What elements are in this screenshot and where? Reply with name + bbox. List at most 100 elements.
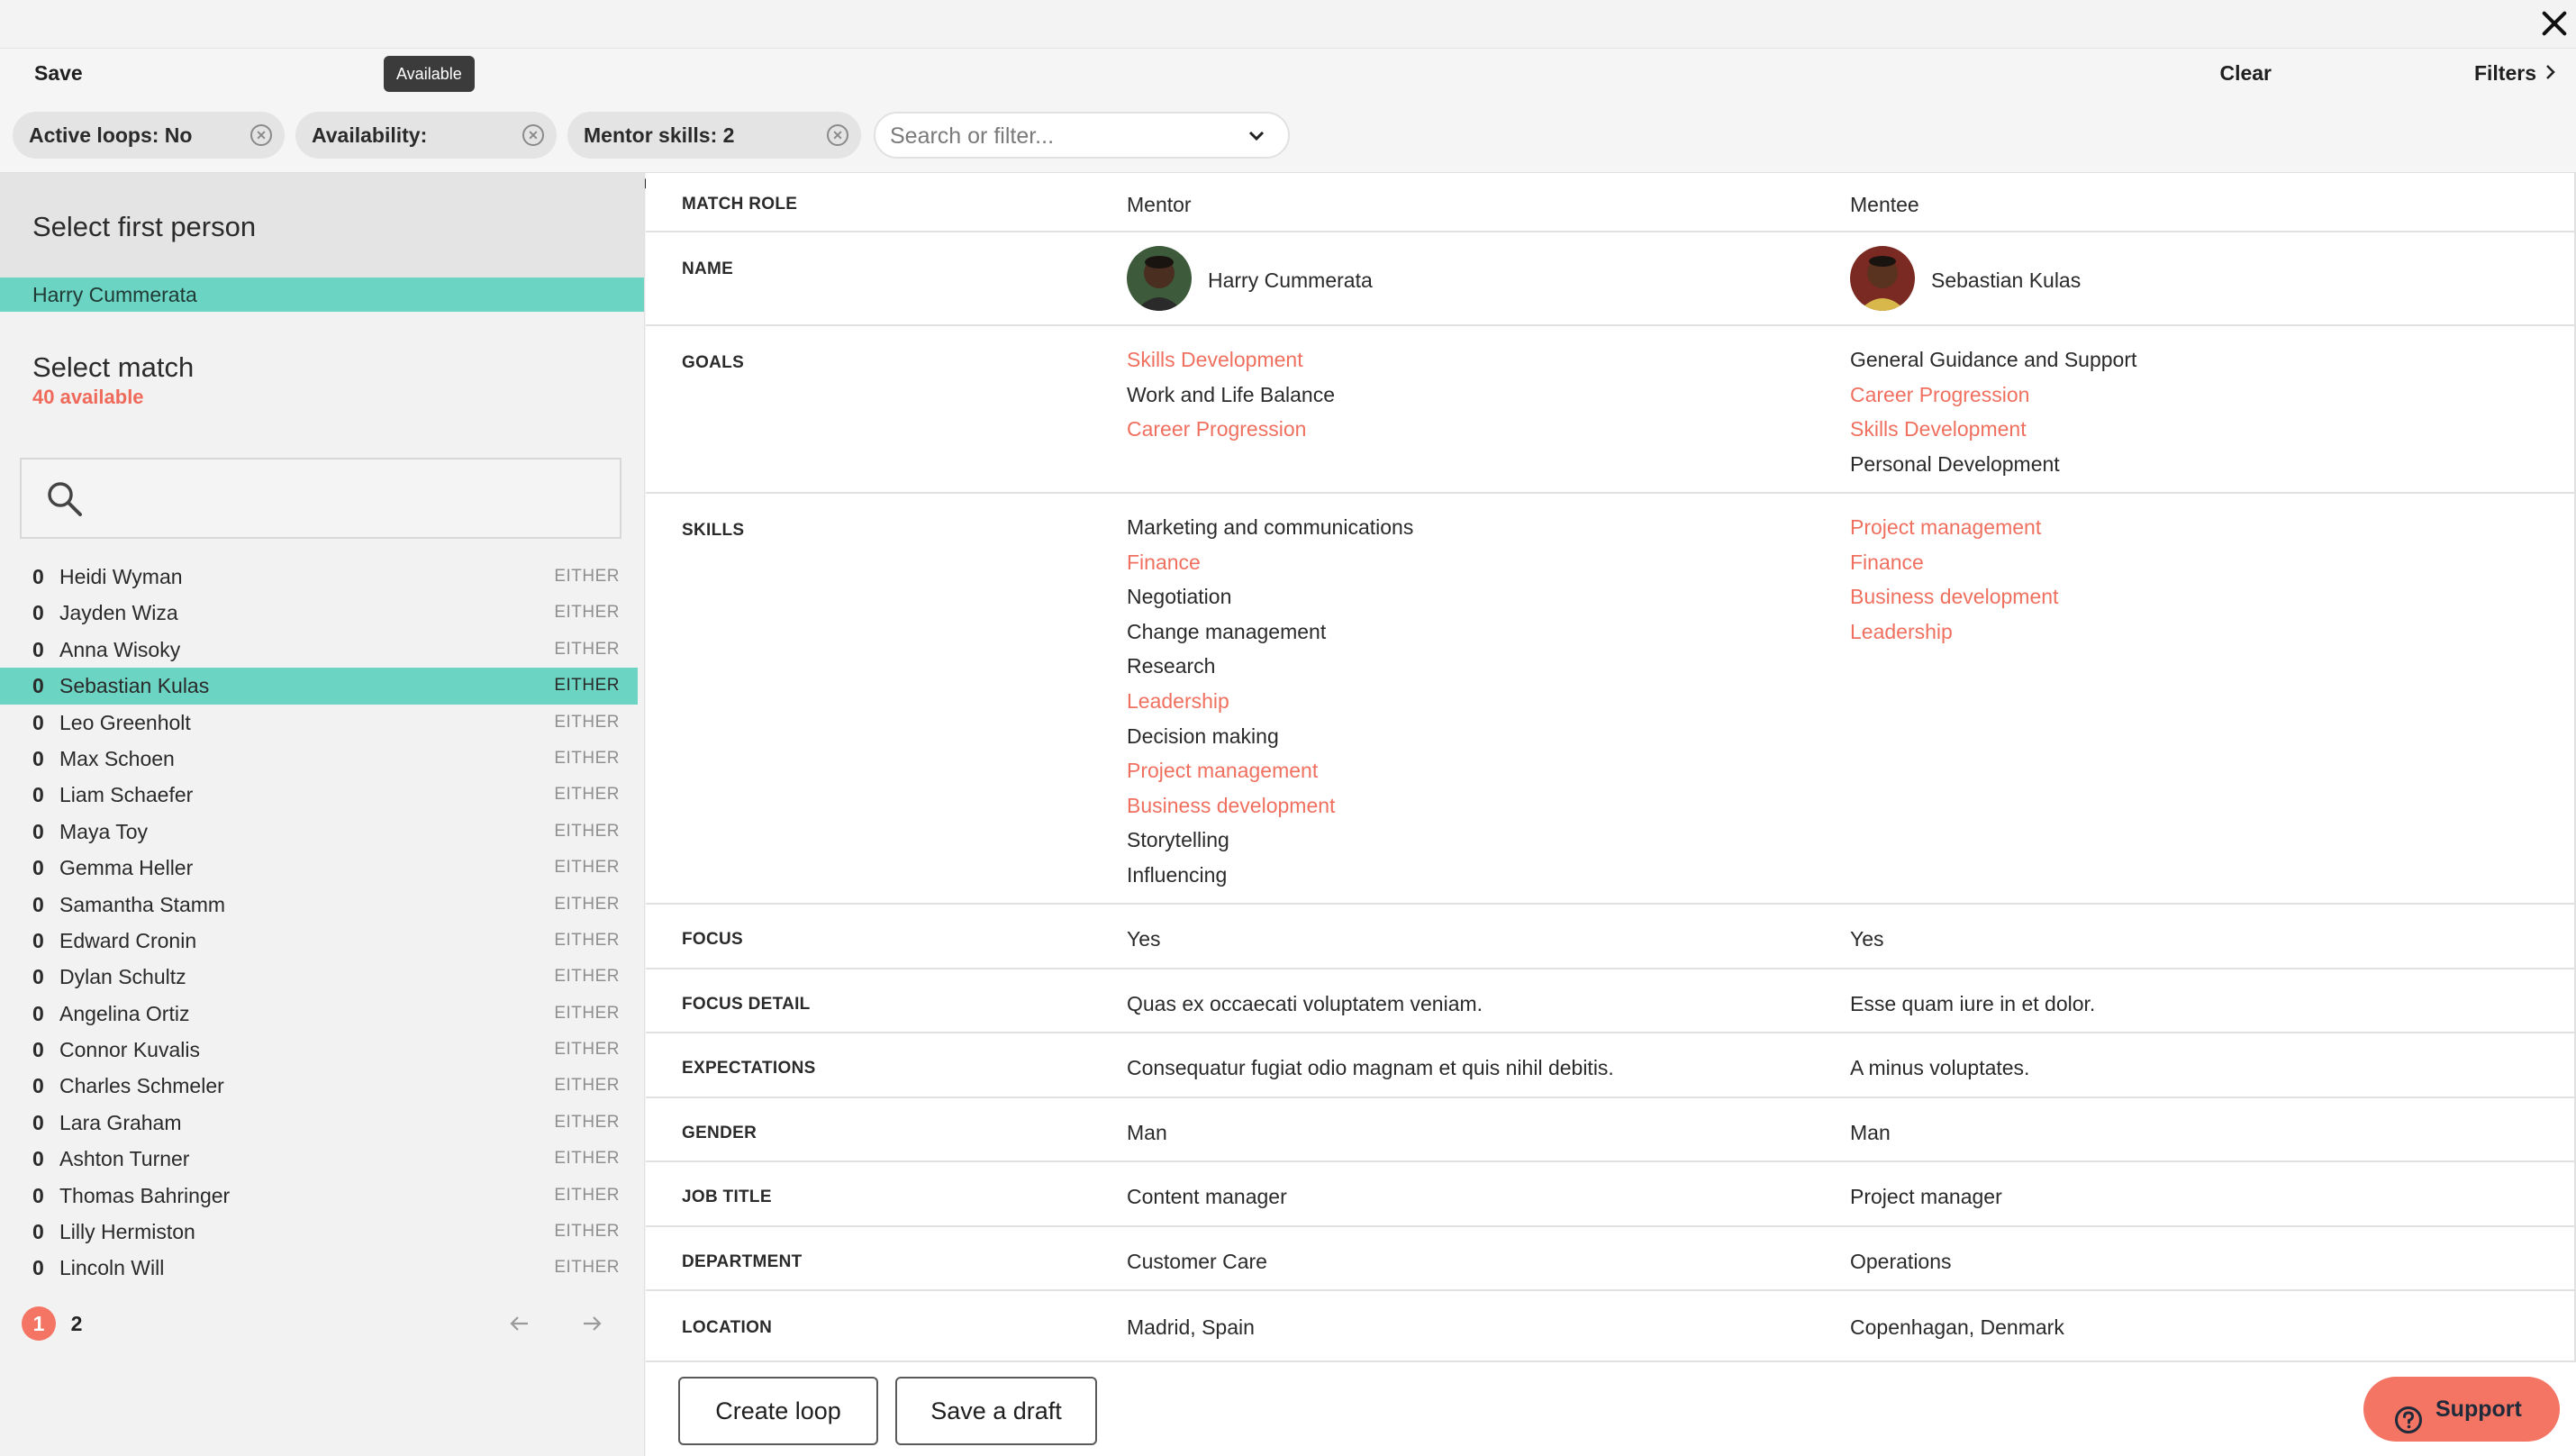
list-item: Decision making: [1127, 723, 1279, 748]
list-item: Negotiation: [1127, 585, 1232, 609]
list-item: Research: [1127, 654, 1216, 678]
loop-count: 0: [32, 710, 44, 734]
filter-chip-active-loops[interactable]: Active loops: No loops ✕: [13, 112, 285, 194]
loop-count: 0: [32, 1183, 44, 1207]
avatar: [1127, 246, 1192, 311]
list-item[interactable]: 0 Edward Cronin EITHER: [0, 923, 638, 959]
person-name: Maya Toy: [59, 819, 149, 843]
list-item[interactable]: 0 Gemma Heller EITHER: [0, 850, 638, 886]
remove-chip-icon[interactable]: ✕: [827, 124, 848, 146]
person-name: Sebastian Kulas: [59, 674, 210, 698]
loop-count: 0: [32, 965, 44, 989]
chevron-down-icon[interactable]: [1243, 123, 1270, 150]
save-button[interactable]: Save: [34, 61, 83, 86]
page-1-button[interactable]: 1: [22, 1306, 56, 1341]
row-label: MATCH ROLE: [682, 195, 798, 214]
loop-count: 0: [32, 637, 44, 661]
loop-count: 0: [32, 892, 44, 916]
row-label: LOCATION: [682, 1318, 773, 1337]
person-name: Anna Wisoky: [59, 637, 181, 661]
mentor-focus: Yes: [1127, 927, 1161, 951]
match-list: 0 Heidi Wyman EITHER 0 Jayden Wiza EITHER 0 Ann…: [0, 559, 638, 1287]
person-name: Ashton Turner: [59, 1147, 190, 1171]
row-label: FOCUS: [682, 930, 743, 949]
save-draft-button[interactable]: Save a draft: [895, 1377, 1097, 1445]
filter-search-select[interactable]: [874, 112, 1290, 159]
role-preference: EITHER: [554, 603, 620, 623]
first-person-selected[interactable]: Harry Cummerata: [0, 278, 644, 312]
list-item[interactable]: 0 Max Schoen EITHER: [0, 741, 638, 777]
person-name: Leo Greenholt: [59, 710, 191, 734]
list-item[interactable]: 0 Sebastian Kulas EITHER: [0, 668, 638, 705]
availability-tooltip: Available: [384, 56, 475, 92]
role-preference: EITHER: [554, 639, 620, 659]
mentee-location: Copenhagan, Denmark: [1850, 1315, 2064, 1339]
list-item[interactable]: 0 Maya Toy EITHER: [0, 814, 638, 850]
role-preference: EITHER: [554, 930, 620, 950]
support-button[interactable]: Support: [2363, 1377, 2560, 1442]
person-name: Connor Kuvalis: [59, 1038, 200, 1062]
list-item[interactable]: 0 Jayden Wiza EITHER: [0, 595, 638, 631]
loop-count: 0: [32, 746, 44, 770]
loop-count: 0: [32, 1147, 44, 1171]
select-first-person-heading: Select first person: [0, 173, 644, 278]
mentee-skills: Project management Finance Business develo…: [1850, 510, 2058, 649]
list-item[interactable]: 0 Dylan Schultz EITHER: [0, 959, 638, 995]
row-label: JOB TITLE: [682, 1188, 772, 1206]
row-focus-detail: FOCUS DETAIL Quas ex occaecati voluptate…: [646, 969, 2576, 1033]
list-item[interactable]: 0 Ashton Turner EITHER: [0, 1141, 638, 1177]
list-item[interactable]: 0 Liam Schaefer EITHER: [0, 777, 638, 813]
role-preference: EITHER: [554, 712, 620, 732]
loop-count: 0: [32, 856, 44, 880]
row-match-role: MATCH ROLE Mentor Mentee: [646, 173, 2576, 232]
filter-search-input[interactable]: [890, 121, 1232, 151]
row-focus: FOCUS Yes Yes: [646, 905, 2576, 969]
remove-chip-icon[interactable]: ✕: [522, 124, 544, 146]
match-search-input[interactable]: [94, 479, 598, 519]
list-item: Business development: [1127, 793, 1336, 817]
row-expectations: EXPECTATIONS Consequatur fugiat odio mag…: [646, 1033, 2576, 1098]
page-2-button[interactable]: 2: [59, 1306, 94, 1341]
list-item[interactable]: 0 Lincoln Will EITHER: [0, 1250, 638, 1286]
loop-count: 0: [32, 819, 44, 843]
list-item[interactable]: 0 Lilly Hermiston EITHER: [0, 1214, 638, 1250]
list-item[interactable]: 0 Thomas Bahringer EITHER: [0, 1178, 638, 1214]
arrow-right-icon[interactable]: [575, 1306, 609, 1341]
person-name: Lara Graham: [59, 1110, 182, 1134]
list-item: Leadership: [1850, 619, 1953, 643]
list-item[interactable]: 0 Leo Greenholt EITHER: [0, 705, 638, 741]
row-gender: GENDER Man Man: [646, 1098, 2576, 1162]
arrow-left-icon[interactable]: [503, 1306, 537, 1341]
create-loop-button[interactable]: Create loop: [678, 1377, 878, 1445]
list-item: Storytelling: [1127, 828, 1229, 852]
chevron-right-icon: [2544, 61, 2556, 86]
filter-chip-mentor-skills[interactable]: Mentor skills: 2 selected ✕: [567, 112, 861, 194]
filter-chips-bar: Active loops: No loops ✕ Availability: A…: [0, 99, 2576, 194]
close-icon[interactable]: [2536, 5, 2572, 41]
list-item[interactable]: 0 Heidi Wyman EITHER: [0, 559, 638, 595]
list-item[interactable]: 0 Samantha Stamm EITHER: [0, 887, 638, 923]
filters-button[interactable]: Filters: [2474, 61, 2556, 86]
role-preference: EITHER: [554, 821, 620, 841]
list-item[interactable]: 0 Charles Schmeler EITHER: [0, 1068, 638, 1104]
list-item[interactable]: 0 Angelina Ortiz EITHER: [0, 996, 638, 1032]
list-item: General Guidance and Support: [1850, 348, 2137, 371]
loop-count: 0: [32, 674, 44, 698]
person-name: Gemma Heller: [59, 856, 194, 880]
clear-button[interactable]: Clear: [2219, 61, 2272, 86]
remove-chip-icon[interactable]: ✕: [250, 124, 272, 146]
filter-chip-availability[interactable]: Availability: Available ✕: [295, 112, 557, 194]
list-item[interactable]: 0 Connor Kuvalis EITHER: [0, 1032, 638, 1068]
list-item: Project management: [1850, 515, 2042, 539]
filters-label: Filters: [2473, 61, 2536, 85]
row-department: DEPARTMENT Customer Care Operations: [646, 1227, 2576, 1291]
loop-count: 0: [32, 928, 44, 952]
list-item: Influencing: [1127, 862, 1228, 887]
role-preference: EITHER: [554, 567, 620, 586]
help-icon: [2394, 1395, 2423, 1433]
list-item[interactable]: 0 Anna Wisoky EITHER: [0, 632, 638, 668]
match-search-box[interactable]: [20, 458, 621, 539]
mentor-goals: Skills Development Work and Life Balance C…: [1127, 342, 1335, 447]
list-item: Skills Development: [1850, 417, 2027, 441]
list-item[interactable]: 0 Lara Graham EITHER: [0, 1105, 638, 1141]
